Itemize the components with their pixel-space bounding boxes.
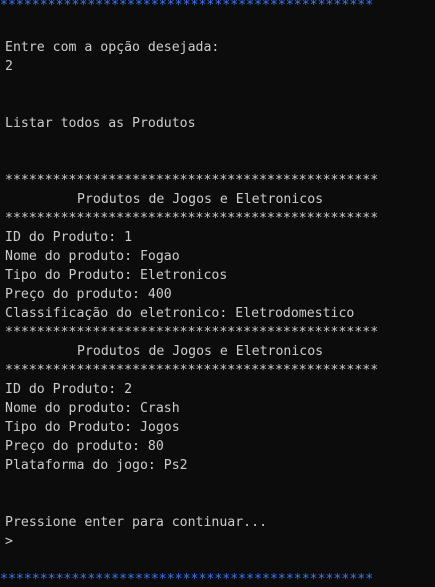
top-banner: ****************************************… (0, 0, 374, 13)
product-type: Tipo do Produto: Eletronicos (5, 268, 228, 283)
product-header: Produtos de Jogos e Eletronicos (77, 344, 324, 359)
selected-option: 2 (5, 59, 13, 74)
prompt-label: Entre com a opção desejada: (5, 40, 220, 55)
separator-line: ****************************************… (5, 325, 379, 340)
section-title: Listar todos as Produtos (5, 116, 196, 131)
product-name: Nome do produto: Crash (5, 401, 180, 416)
product-price: Preço do produto: 80 (5, 439, 164, 454)
product-header: Produtos de Jogos e Eletronicos (77, 192, 324, 207)
terminal-window[interactable]: ****************************************… (0, 0, 435, 587)
product-id: ID do Produto: 1 (5, 230, 133, 245)
product-id: ID do Produto: 2 (5, 382, 133, 397)
separator-line: ****************************************… (5, 173, 379, 188)
bottom-banner: ****************************************… (0, 572, 374, 587)
product-price: Preço do produto: 400 (5, 287, 172, 302)
continue-prompt: Pressione enter para continuar... (5, 515, 268, 530)
product-type: Tipo do Produto: Jogos (5, 420, 180, 435)
product-platform: Plataforma do jogo: Ps2 (5, 458, 188, 473)
product-classification: Classificação do eletronico: Eletrodomes… (5, 306, 355, 321)
separator-line: ****************************************… (5, 363, 379, 378)
product-name: Nome do produto: Fogao (5, 249, 180, 264)
separator-line: ****************************************… (5, 211, 379, 226)
cursor-prompt[interactable]: > (5, 532, 13, 551)
